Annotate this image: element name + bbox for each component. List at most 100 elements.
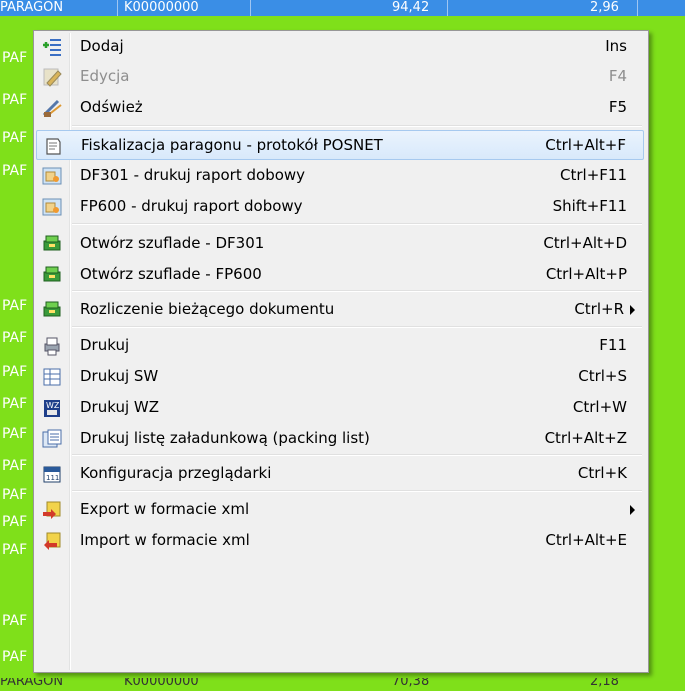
- menu-item-label: Rozliczenie bieżącego dokumentu: [80, 300, 335, 318]
- submenu-arrow-icon: [630, 505, 635, 515]
- report-icon: [41, 165, 63, 187]
- add-list-icon: [41, 36, 63, 58]
- menu-item-konfiguracja-przegladarki[interactable]: 111 Konfiguracja przeglądarki Ctrl+K: [36, 459, 644, 489]
- menu-item-label: Dodaj: [80, 37, 124, 55]
- menu-item-drukuj[interactable]: Drukuj F11: [36, 331, 644, 361]
- menu-item-label: Odśwież: [80, 98, 143, 116]
- menu-item-shortcut: Ctrl+Alt+E: [545, 531, 627, 549]
- context-menu: Dodaj Ins Edycja F4 Odśwież F5 Fiskalizacja pa…: [33, 30, 649, 673]
- grid-divider: [447, 0, 448, 16]
- cash-drawer-icon: [41, 233, 63, 255]
- svg-text:111: 111: [46, 474, 59, 482]
- svg-text:WZ: WZ: [46, 401, 60, 410]
- grid-row-type-prefix: PAF: [2, 364, 28, 380]
- grid-row-type-prefix: PAF: [2, 613, 28, 629]
- grid-cell-number: K00000000: [124, 0, 199, 15]
- calendar-config-icon: 111: [41, 463, 63, 485]
- cash-drawer-icon: [41, 299, 63, 321]
- menu-item-shortcut: Ctrl+Alt+D: [543, 234, 627, 252]
- grid-selected-row[interactable]: PARAGON K00000000 94,42 2,96: [0, 0, 685, 16]
- menu-item-shortcut: Ctrl+Alt+P: [545, 265, 627, 283]
- menu-item-edycja: Edycja F4: [36, 62, 644, 92]
- menu-separator: [72, 326, 642, 328]
- menu-item-export-w-formacie-xml[interactable]: Export w formacie xml: [36, 495, 644, 525]
- grid-row-type-prefix: PAF: [2, 514, 28, 530]
- grid-cell-value: 2,96: [590, 0, 619, 15]
- menu-item-fp600-drukuj-raport-dobowy[interactable]: FP600 - drukuj raport dobowy Shift+F11: [36, 192, 644, 222]
- grid-divider: [117, 0, 118, 16]
- grid-divider: [250, 0, 251, 16]
- menu-item-label: Drukuj WZ: [80, 398, 159, 416]
- menu-item-drukuj-wz[interactable]: WZ Drukuj WZ Ctrl+W: [36, 393, 644, 423]
- menu-item-df301-drukuj-raport-dobowy[interactable]: DF301 - drukuj raport dobowy Ctrl+F11: [36, 161, 644, 191]
- menu-item-fiskalizacja-paragonu-protoko-posnet[interactable]: Fiskalizacja paragonu - protokół POSNET C…: [36, 130, 644, 160]
- grid-bottom-row[interactable]: PARAGON K00000000 70,38 2,18: [0, 678, 685, 691]
- grid-divider: [637, 0, 638, 16]
- grid-row-type-prefix: PAF: [2, 130, 28, 146]
- menu-separator: [72, 125, 642, 127]
- menu-item-label: Otwórz szuflade - FP600: [80, 265, 262, 283]
- menu-item-label: Import w formacie xml: [80, 531, 250, 549]
- menu-item-label: Export w formacie xml: [80, 500, 250, 518]
- packing-list-icon: [41, 428, 63, 450]
- menu-separator: [72, 223, 642, 225]
- menu-item-shortcut: Shift+F11: [552, 197, 627, 215]
- grid-row-type-prefix: PAF: [2, 396, 28, 412]
- export-icon: [41, 499, 63, 521]
- menu-item-shortcut: Ctrl+K: [577, 464, 627, 482]
- menu-item-label: DF301 - drukuj raport dobowy: [80, 166, 306, 184]
- menu-item-shortcut: F4: [608, 67, 627, 85]
- cash-drawer-icon: [41, 264, 63, 286]
- menu-item-label: Drukuj: [80, 336, 130, 354]
- menu-item-shortcut: F11: [599, 336, 627, 354]
- grid-cell-value: 2,18: [590, 678, 619, 689]
- menu-separator: [72, 490, 642, 492]
- menu-separator: [72, 454, 642, 456]
- edit-pencil-icon: [41, 66, 63, 88]
- menu-item-shortcut: Ctrl+W: [572, 398, 627, 416]
- grid-row-type-prefix: PAF: [2, 163, 28, 179]
- report-icon: [41, 196, 63, 218]
- grid-row-type-prefix: PAF: [2, 50, 28, 66]
- printer-icon: [41, 335, 63, 357]
- menu-item-dodaj[interactable]: Dodaj Ins: [36, 32, 644, 62]
- grid-cell-type: PARAGON: [0, 0, 64, 15]
- grid-row-type-prefix: PAF: [2, 542, 28, 558]
- menu-item-drukuj-liste-za-adunkowa-packing-list[interactable]: Drukuj listę załadunkową (packing list) C…: [36, 424, 644, 454]
- menu-item-shortcut: Ctrl+R: [574, 300, 624, 318]
- menu-item-drukuj-sw[interactable]: Drukuj SW Ctrl+S: [36, 362, 644, 392]
- submenu-arrow-icon: [630, 305, 635, 315]
- menu-item-import-w-formacie-xml[interactable]: Import w formacie xml Ctrl+Alt+E: [36, 526, 644, 556]
- grid-row-type-prefix: PAF: [2, 330, 28, 346]
- grid-row-type-prefix: PAF: [2, 487, 28, 503]
- grid-cell-amount: 94,42: [392, 0, 430, 15]
- import-icon: [41, 530, 63, 552]
- menu-separator: [72, 290, 642, 292]
- table-icon: [41, 366, 63, 388]
- grid-cell-type: PARAGON: [0, 678, 64, 689]
- menu-item-rozliczenie-biezacego-dokumentu[interactable]: Rozliczenie bieżącego dokumentu Ctrl+R: [36, 295, 644, 325]
- menu-item-shortcut: Ctrl+Alt+F: [545, 136, 626, 154]
- menu-item-label: Konfiguracja przeglądarki: [80, 464, 272, 482]
- menu-item-shortcut: Ins: [605, 37, 627, 55]
- menu-item-shortcut: Ctrl+Alt+Z: [544, 429, 627, 447]
- menu-item-otworz-szuflade-df301[interactable]: Otwórz szuflade - DF301 Ctrl+Alt+D: [36, 229, 644, 259]
- grid-row-type-prefix: PAF: [2, 426, 28, 442]
- menu-item-label: Otwórz szuflade - DF301: [80, 234, 265, 252]
- menu-item-odswiez[interactable]: Odśwież F5: [36, 93, 644, 123]
- receipt-icon: [42, 135, 64, 157]
- menu-item-label: Fiskalizacja paragonu - protokół POSNET: [81, 136, 383, 154]
- menu-item-shortcut: Ctrl+F11: [560, 166, 627, 184]
- menu-item-shortcut: Ctrl+S: [578, 367, 627, 385]
- menu-item-label: Drukuj listę załadunkową (packing list): [80, 429, 370, 447]
- grid-row-type-prefix: PAF: [2, 92, 28, 108]
- grid-row-type-prefix: PAF: [2, 649, 28, 665]
- menu-item-label: FP600 - drukuj raport dobowy: [80, 197, 303, 215]
- grid-row-type-prefix: PAF: [2, 298, 28, 314]
- wz-document-icon: WZ: [41, 397, 63, 419]
- menu-item-shortcut: F5: [608, 98, 627, 116]
- menu-item-otworz-szuflade-fp600[interactable]: Otwórz szuflade - FP600 Ctrl+Alt+P: [36, 260, 644, 290]
- menu-item-label: Drukuj SW: [80, 367, 159, 385]
- grid-cell-number: K00000000: [124, 678, 199, 689]
- grid-row-type-prefix: PAF: [2, 458, 28, 474]
